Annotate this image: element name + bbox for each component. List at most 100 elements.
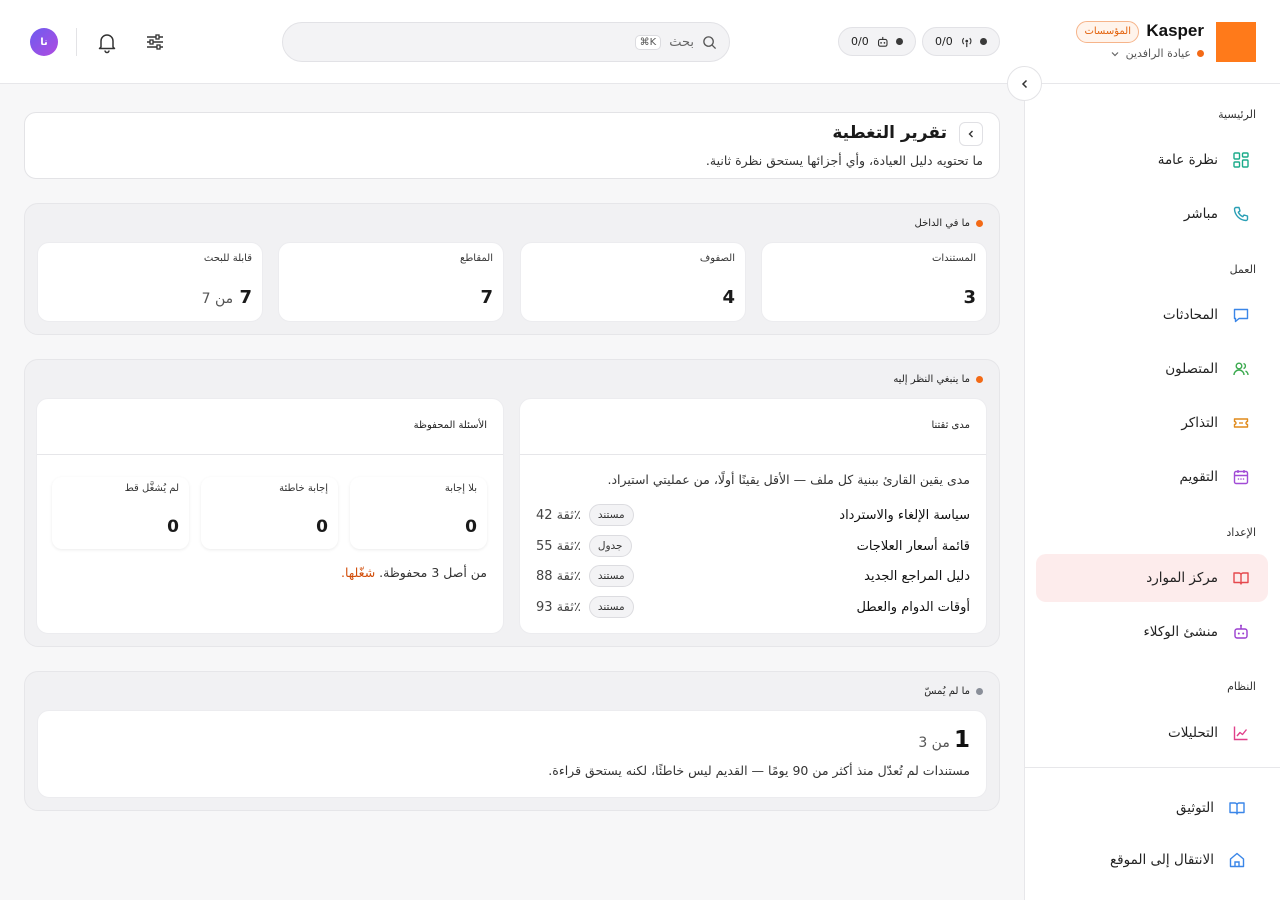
book-icon <box>1229 802 1245 815</box>
sidebar-item-contacts[interactable]: المتصلون <box>1036 345 1268 393</box>
confidence-card: مدى ثقتنا مدى يقين القارئ ببنية كل ملف —… <box>519 398 987 634</box>
stale-value: 1 <box>953 727 970 753</box>
chevron-left-icon <box>1021 79 1027 88</box>
section-title-home: الرئيسية <box>1218 108 1256 121</box>
top-bar: Kasper المؤسسات عيادة الرافدين 0/0 0/0 ب… <box>0 0 1280 84</box>
stat-card-wrong-answer[interactable]: إجابة خاطئة 0 <box>201 477 338 549</box>
stat-number: 4 <box>722 287 735 308</box>
confidence-intro: مدى يقين القارئ ببنية كل ملف — الأقل يقي… <box>607 472 971 487</box>
chevron-left-icon <box>968 130 973 138</box>
stat-value: 0 <box>465 517 477 537</box>
search-placeholder: بحث <box>669 34 694 50</box>
sidebar-item-site[interactable]: الانتقال إلى الموقع <box>1036 836 1268 884</box>
saved-note: من أصل 3 محفوظة. شغّلها. <box>341 565 487 580</box>
antenna-icon <box>961 37 972 47</box>
back-button[interactable] <box>959 122 983 146</box>
avatar[interactable]: نا <box>30 28 58 56</box>
sidebar-item-docs[interactable]: التوثيق <box>1036 784 1268 832</box>
book-open-icon <box>1233 572 1249 585</box>
home-icon <box>1229 852 1245 868</box>
file-name: أوقات الدوام والعطل <box>856 599 970 615</box>
stale-documents-card: 1 من 3 مستندات لم تُعدّل منذ أكثر من 90 … <box>37 710 987 798</box>
stat-value: 7 <box>480 287 493 308</box>
inside-panel: ما في الداخل المستندات 3 الصفوف 4 المقاط… <box>24 203 1000 335</box>
sidebar-item-label: المحادثات <box>1162 307 1218 323</box>
sidebar-divider <box>1024 767 1280 768</box>
stat-value: 4 <box>722 287 735 308</box>
run-all-link[interactable]: شغّلها. <box>341 565 375 580</box>
channel-status-pill[interactable]: 0/0 <box>922 27 1000 56</box>
sidebar-item-analytics[interactable]: التحليلات <box>1036 709 1268 757</box>
sidebar-item-conversations[interactable]: المحادثات <box>1036 291 1268 339</box>
file-name: دليل المراجع الجديد <box>864 568 970 584</box>
sidebar-item-tickets[interactable]: التذاكر <box>1036 399 1268 447</box>
section-dot <box>976 688 983 695</box>
sidebar-item-calendar[interactable]: التقويم <box>1036 453 1268 501</box>
stat-label: إجابة خاطئة <box>279 483 328 494</box>
untouched-label: ما لم يُمسّ <box>924 686 970 697</box>
inside-label: ما في الداخل <box>914 218 970 229</box>
file-type-tag: جدول <box>588 535 632 557</box>
section-title-work: العمل <box>1229 263 1256 276</box>
file-name: قائمة أسعار العلاجات <box>856 538 970 554</box>
bell-icon[interactable] <box>95 30 119 54</box>
attention-panel: ما ينبغي النظر إليه مدى ثقتنا مدى يقين ا… <box>24 359 1000 647</box>
confidence-title: مدى ثقتنا <box>931 420 970 431</box>
collapse-sidebar-button[interactable] <box>1007 66 1042 101</box>
sidebar: الرئيسية نظرة عامة مباشر العمل المحادثات… <box>1024 84 1280 900</box>
channel-status-value: 0/0 <box>935 35 953 48</box>
agent-status-pill[interactable]: 0/0 <box>838 27 916 56</box>
confidence-row[interactable]: أوقات الدوام والعطل ثقة 93٪ مستند <box>536 595 970 619</box>
sidebar-item-overview[interactable]: نظرة عامة <box>1036 136 1268 184</box>
stat-label: المقاطع <box>460 253 493 264</box>
sidebar-item-label: التذاكر <box>1181 415 1218 431</box>
sidebar-item-label: التحليلات <box>1168 725 1218 741</box>
panel-label: ما لم يُمسّ <box>924 686 983 697</box>
sidebar-item-label: التوثيق <box>1175 800 1214 816</box>
confidence-row[interactable]: سياسة الإلغاء والاسترداد ثقة 42٪ مستند <box>536 503 970 527</box>
stat-value: 0 <box>167 517 179 537</box>
file-name: سياسة الإلغاء والاسترداد <box>839 507 970 523</box>
page-header: تقرير التغطية ما تحتويه دليل العيادة، وأ… <box>24 112 1000 179</box>
section-dot <box>976 376 983 383</box>
stat-number: 3 <box>963 287 976 308</box>
search-shortcut: ⌘K <box>634 34 662 50</box>
workspace-status-dot <box>1197 50 1204 57</box>
workspace-name: عيادة الرافدين <box>1125 47 1191 60</box>
status-dot <box>980 38 987 45</box>
stale-description: مستندات لم تُعدّل منذ أكثر من 90 يومًا —… <box>548 763 970 778</box>
page-title: تقرير التغطية <box>832 123 947 143</box>
stat-card-chunks: المقاطع 7 <box>278 242 504 322</box>
sidebar-item-live[interactable]: مباشر <box>1036 190 1268 238</box>
file-type-tag: مستند <box>588 596 634 618</box>
sidebar-item-label: مباشر <box>1183 206 1218 222</box>
search-icon <box>703 35 717 49</box>
stat-total: من 7 <box>201 291 234 307</box>
chat-icon <box>1233 308 1249 323</box>
stat-card-unanswered[interactable]: بلا إجابة 0 <box>350 477 487 549</box>
file-type-tag: مستند <box>588 504 634 526</box>
stat-label: لم يُشغَّل قط <box>124 483 179 494</box>
filters-icon[interactable] <box>143 30 167 54</box>
stat-card-searchable: قابلة للبحث 7 من 7 <box>37 242 263 322</box>
sidebar-item-label: المتصلون <box>1165 361 1218 377</box>
stale-count: 1 من 3 <box>918 727 970 753</box>
stat-card-never-run[interactable]: لم يُشغَّل قط 0 <box>52 477 189 549</box>
confidence-row[interactable]: دليل المراجع الجديد ثقة 88٪ مستند <box>536 564 970 588</box>
calendar-icon <box>1233 470 1249 485</box>
stat-label: بلا إجابة <box>444 483 477 494</box>
brand-logo[interactable] <box>1216 22 1256 62</box>
search-bar[interactable]: بحث ⌘K <box>282 22 730 62</box>
sidebar-item-resources[interactable]: مركز الموارد <box>1036 554 1268 602</box>
panel-label: ما في الداخل <box>915 218 983 229</box>
stat-card-documents: المستندات 3 <box>761 242 987 322</box>
sidebar-item-label: الانتقال إلى الموقع <box>1109 852 1214 868</box>
stat-number: 7 <box>480 287 493 308</box>
confidence-row[interactable]: قائمة أسعار العلاجات ثقة 55٪ جدول <box>536 534 970 558</box>
section-title-system: النظام <box>1227 680 1256 693</box>
sidebar-item-agent-builder[interactable]: منشئ الوكلاء <box>1036 608 1268 656</box>
workspace-switcher[interactable]: عيادة الرافدين <box>1110 47 1204 60</box>
plan-badge: المؤسسات <box>1076 21 1139 43</box>
panel-label: ما ينبغي النظر إليه <box>893 374 983 385</box>
sidebar-item-label: مركز الموارد <box>1146 570 1218 586</box>
